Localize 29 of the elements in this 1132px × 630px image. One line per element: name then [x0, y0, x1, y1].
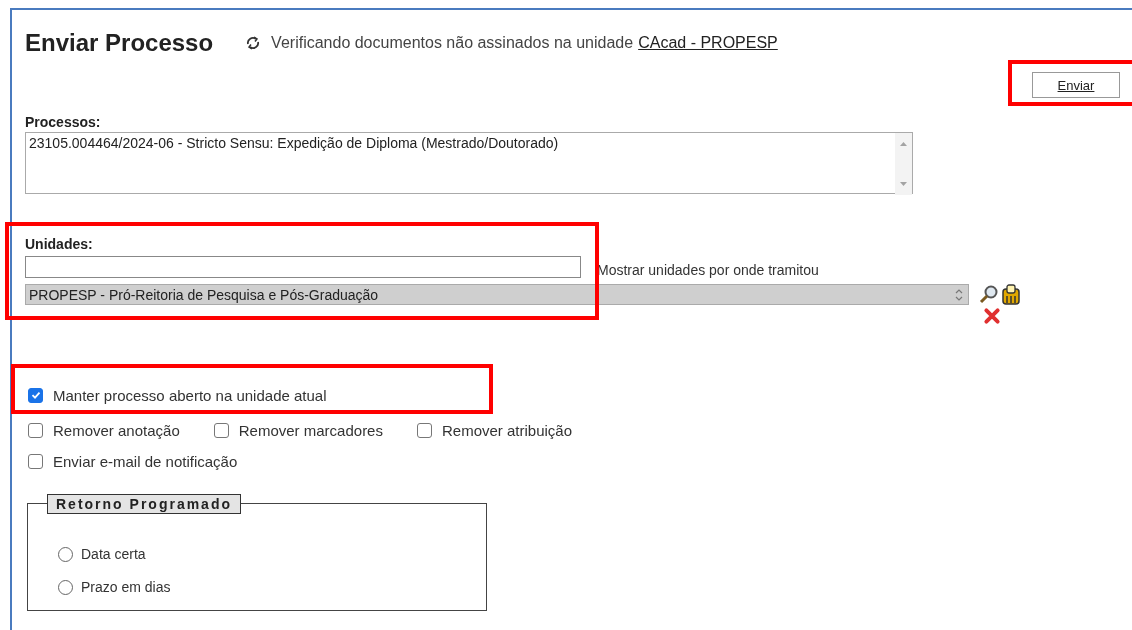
- unit-search-field[interactable]: [25, 256, 581, 278]
- unit-item[interactable]: PROPESP - Pró-Reitoria de Pesquisa e Pós-Graduação: [29, 286, 954, 303]
- checkbox-label: Manter processo aberto na unidade atual: [53, 386, 327, 404]
- remove-icon[interactable]: [983, 307, 1001, 325]
- panel-legend: Retorno Programado: [47, 494, 241, 514]
- radio-label: Data certa: [81, 546, 146, 562]
- checkbox[interactable]: [416, 423, 432, 438]
- radio-label: Prazo em dias: [81, 579, 171, 595]
- checkbox[interactable]: [28, 454, 43, 469]
- search-icon[interactable]: [979, 284, 999, 304]
- checkbox-label: Enviar e-mail de notificação: [53, 453, 238, 470]
- checkbox-label: Remover atribuição: [441, 422, 573, 439]
- process-item[interactable]: 23105.004464/2024-06 - Stricto Sensu: Expedição de Diploma (Mestrado/Doutorado): [29, 135, 892, 151]
- checkbox[interactable]: [28, 387, 43, 403]
- check-icon: [29, 389, 42, 401]
- checkbox[interactable]: [28, 423, 43, 438]
- checkbox-label: Remover marcadores: [238, 422, 383, 439]
- scrollbar[interactable]: [895, 133, 912, 195]
- selected-units-list[interactable]: PROPESP - Pró-Reitoria de Pesquisa e Pós-Graduação: [25, 284, 969, 305]
- field-label: Processos:: [25, 114, 102, 130]
- refresh-icon: [245, 35, 262, 51]
- checkbox-label: Remover anotação: [53, 422, 180, 439]
- process-list[interactable]: 23105.004464/2024-06 - Stricto Sensu: Expedição de Diploma (Mestrado/Doutorado): [25, 132, 913, 194]
- send-button[interactable]: Enviar: [1032, 72, 1120, 98]
- page-title: Enviar Processo: [25, 29, 214, 57]
- checkbox[interactable]: [213, 423, 229, 438]
- verification-message: Verificando documentos não assinados na unidade: [271, 34, 634, 52]
- unit-link[interactable]: CAcad - PROPESP: [638, 34, 778, 52]
- field-label: Unidades:: [25, 235, 94, 252]
